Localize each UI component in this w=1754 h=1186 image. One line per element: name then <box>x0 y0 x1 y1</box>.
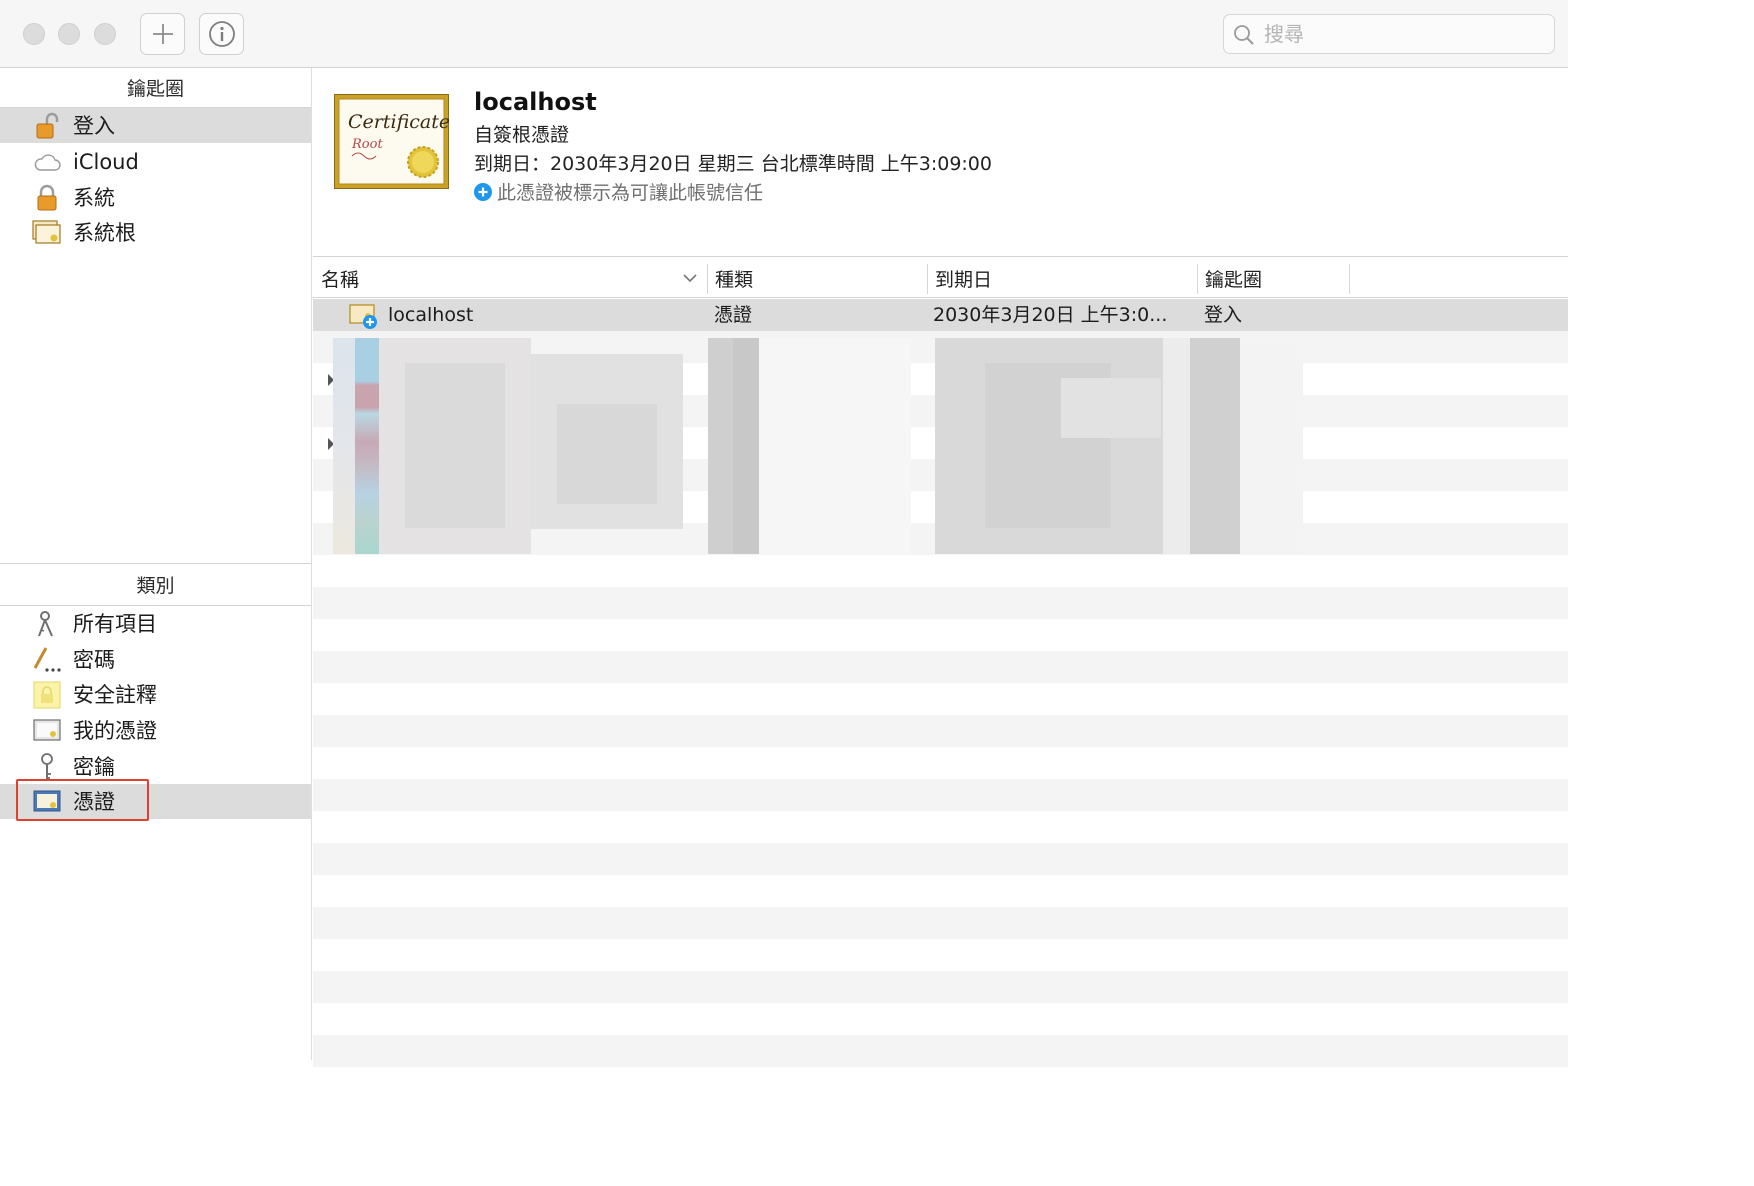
minimize-window-button[interactable] <box>58 23 80 45</box>
sidebar-item-label: 密鑰 <box>73 755 115 779</box>
table-row <box>313 1035 1568 1067</box>
redacted-rows <box>313 338 1313 556</box>
plus-circle-icon <box>474 182 492 201</box>
note-lock-icon <box>32 680 62 710</box>
sidebar-item-system[interactable]: 系統 <box>0 180 311 215</box>
cell-keychain: 登入 <box>1204 304 1243 326</box>
sidebar-item-certificates[interactable]: 憑證 <box>0 784 311 819</box>
table-row <box>313 843 1568 875</box>
sidebar-item-label: iCloud <box>73 150 139 174</box>
certificate-badge-icon: Certificate Root <box>334 94 450 189</box>
column-header-kind[interactable]: 種類 <box>707 258 927 298</box>
sidebar-item-all-items[interactable]: 所有項目 <box>0 606 311 641</box>
sidebar-item-label: 我的憑證 <box>73 719 157 743</box>
cell-expires: 2030年3月20日 上午3:0... <box>933 304 1168 326</box>
certificate-expiry: 到期日：2030年3月20日 星期三 台北標準時間 上午3:09:00 <box>474 153 992 175</box>
sidebar-item-my-certificates[interactable]: 我的憑證 <box>0 713 311 748</box>
cell-kind: 憑證 <box>714 304 753 326</box>
sidebar-item-label: 密碼 <box>73 648 115 672</box>
search-icon <box>1234 25 1254 45</box>
sidebar-item-label: 憑證 <box>73 790 115 814</box>
table-row <box>313 555 1568 587</box>
table-row <box>313 619 1568 651</box>
zoom-window-button[interactable] <box>94 23 116 45</box>
cell-name: localhost <box>388 304 474 326</box>
certificate-trusted-icon <box>349 302 379 334</box>
table-row <box>313 683 1568 715</box>
certificate-icon <box>32 787 62 817</box>
add-button[interactable] <box>140 13 185 55</box>
info-icon <box>208 21 235 47</box>
sidebar-item-label: 系統根 <box>73 221 136 245</box>
table-row <box>313 747 1568 779</box>
table-header: 名稱 種類 到期日 鑰匙圈 <box>313 258 1568 298</box>
toolbar <box>0 0 1568 68</box>
table-row <box>313 971 1568 1003</box>
table-row <box>313 651 1568 683</box>
table-row <box>313 779 1568 811</box>
keychains-header: 鑰匙圈 <box>0 68 311 108</box>
sidebar-item-passwords[interactable]: 密碼 <box>0 642 311 677</box>
chevron-down-icon <box>683 274 697 283</box>
badge-text-certificate: Certificate <box>348 111 449 133</box>
certificate-stack-icon <box>32 218 62 248</box>
sidebar-item-label: 所有項目 <box>73 612 157 636</box>
table-row <box>313 1003 1568 1035</box>
column-header-label: 鑰匙圈 <box>1205 268 1263 291</box>
info-button[interactable] <box>199 13 244 55</box>
sidebar-item-label: 安全註釋 <box>73 683 157 707</box>
pencil-icon <box>32 645 62 675</box>
certificate-type: 自簽根憑證 <box>474 124 570 146</box>
sidebar-item-system-roots[interactable]: 系統根 <box>0 215 311 250</box>
table-row <box>313 939 1568 971</box>
my-certificate-icon <box>32 716 62 746</box>
table-row <box>313 875 1568 907</box>
close-window-button[interactable] <box>23 23 45 45</box>
sidebar-item-label: 系統 <box>73 186 115 210</box>
sidebar-item-login[interactable]: 登入 <box>0 108 311 143</box>
keys-icon <box>32 609 62 639</box>
search-input[interactable] <box>1264 19 1544 49</box>
column-header-label: 種類 <box>715 268 754 291</box>
table-row <box>313 907 1568 939</box>
cloud-icon <box>32 147 62 177</box>
certificate-detail: Certificate Root localhost 自簽根憑證 到期日：203… <box>313 68 1568 257</box>
certificate-title: localhost <box>474 88 597 116</box>
table-row <box>313 811 1568 843</box>
plus-icon <box>152 24 173 44</box>
table-row <box>313 715 1568 747</box>
certificate-table: 名稱 種類 到期日 鑰匙圈 localhost 憑證 2030年3月20日 上午… <box>313 258 1568 1067</box>
column-header-label: 名稱 <box>321 268 360 291</box>
table-row <box>313 587 1568 619</box>
trust-note: 此憑證被標示為可讓此帳號信任 <box>474 178 763 205</box>
sidebar-item-keys[interactable]: 密鑰 <box>0 749 311 784</box>
key-icon <box>32 752 62 782</box>
sidebar-item-label: 登入 <box>73 114 115 138</box>
badge-text-root: Root <box>351 137 383 152</box>
categories-header: 類別 <box>0 563 311 606</box>
sidebar-item-secure-notes[interactable]: 安全註釋 <box>0 677 311 712</box>
search-field[interactable] <box>1223 14 1555 54</box>
trust-note-text: 此憑證被標示為可讓此帳號信任 <box>497 182 764 204</box>
sidebar-item-icloud[interactable]: iCloud <box>0 144 311 179</box>
lock-icon <box>32 183 62 213</box>
column-header-keychain[interactable]: 鑰匙圈 <box>1197 258 1349 298</box>
column-header-label: 到期日 <box>935 268 993 291</box>
column-divider[interactable] <box>1349 264 1350 294</box>
table-row[interactable]: localhost 憑證 2030年3月20日 上午3:0... 登入 <box>313 299 1568 331</box>
lock-open-icon <box>32 111 62 141</box>
sidebar: 鑰匙圈 登入 iCloud 系統 系統根 類別 所有項目 密碼 安全註釋 我的憑… <box>0 68 312 1060</box>
column-header-expires[interactable]: 到期日 <box>927 258 1197 298</box>
column-header-name[interactable]: 名稱 <box>313 258 707 298</box>
